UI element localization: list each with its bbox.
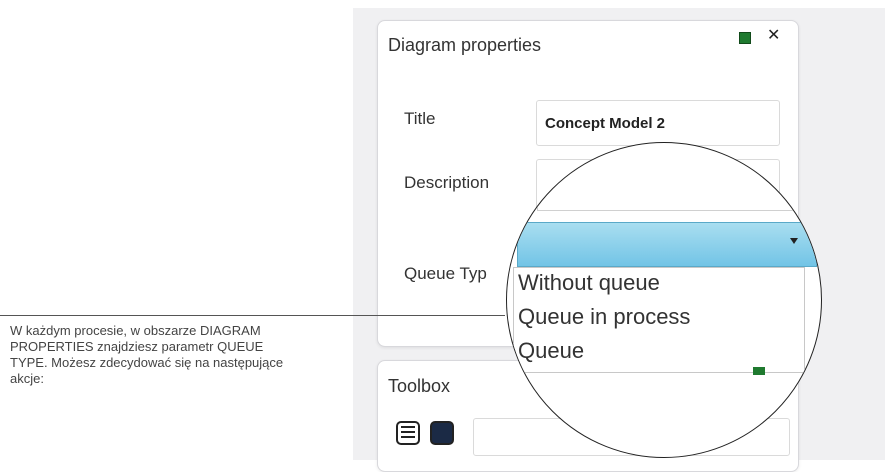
title-value: Concept Model 2 xyxy=(545,115,666,132)
magnified-description-field xyxy=(537,165,809,211)
toolbox-title: Toolbox xyxy=(388,376,451,396)
magnified-pin-icon xyxy=(753,367,765,375)
title-label: Title xyxy=(404,109,436,128)
callout-text: W każdym procesie, w obszarze DIAGRAM PR… xyxy=(10,323,284,386)
description-label: Description xyxy=(404,173,490,192)
queue-type-dropdown-list: Without queue Queue in process Queue xyxy=(513,267,805,373)
callout-line xyxy=(0,315,505,316)
title-field[interactable]: Concept Model 2 xyxy=(536,100,780,146)
block-view-icon[interactable] xyxy=(430,421,454,445)
close-icon[interactable]: ✕ xyxy=(767,25,780,45)
option-queue[interactable]: Queue xyxy=(518,338,584,364)
list-view-icon[interactable] xyxy=(396,421,420,445)
queue-type-select[interactable] xyxy=(517,222,817,267)
chevron-down-icon[interactable] xyxy=(790,238,798,244)
option-queue-in-process[interactable]: Queue in process xyxy=(518,304,690,330)
magnifier-lens: Without queue Queue in process Queue xyxy=(506,142,822,458)
pin-icon[interactable] xyxy=(739,32,751,44)
option-without-queue[interactable]: Without queue xyxy=(518,270,660,296)
queue-type-label: Queue Typ xyxy=(404,264,487,283)
panel-title: Diagram properties xyxy=(388,35,542,55)
